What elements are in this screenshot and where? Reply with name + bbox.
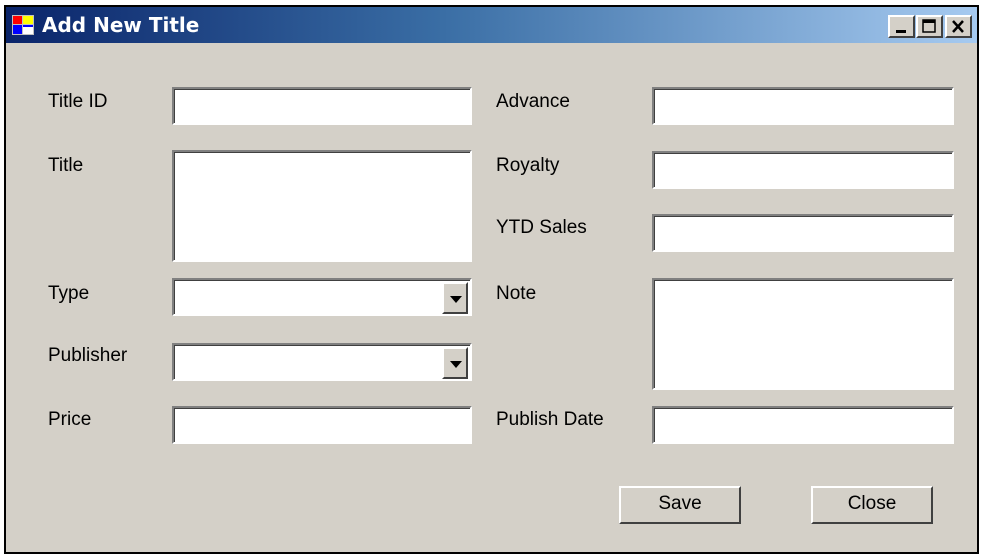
publisher-dropdown-button[interactable] (442, 347, 468, 379)
chevron-down-icon (450, 361, 462, 368)
publish-date-input[interactable] (652, 406, 954, 444)
minimize-button[interactable] (888, 15, 915, 38)
advance-label: Advance (496, 91, 570, 112)
type-dropdown[interactable] (172, 278, 472, 316)
close-button[interactable]: Close (811, 486, 933, 524)
title-label: Title (48, 155, 84, 176)
title-id-input[interactable] (172, 87, 472, 125)
close-icon (952, 20, 964, 33)
save-button[interactable]: Save (619, 486, 741, 524)
type-label: Type (48, 283, 90, 304)
publisher-label: Publisher (48, 345, 128, 366)
window-title: Add New Title (42, 13, 200, 37)
app-icon (12, 15, 34, 35)
chevron-down-icon (450, 296, 462, 303)
price-label: Price (48, 409, 92, 430)
note-textarea[interactable] (652, 278, 954, 390)
add-new-title-window: Add New Title Title ID Title Type Publis… (4, 5, 979, 554)
publisher-dropdown[interactable] (172, 343, 472, 381)
advance-input[interactable] (652, 87, 954, 125)
maximize-button[interactable] (916, 15, 943, 38)
type-dropdown-button[interactable] (442, 282, 468, 314)
title-textarea[interactable] (172, 150, 472, 262)
note-label: Note (496, 283, 537, 304)
price-input[interactable] (172, 406, 472, 444)
royalty-label: Royalty (496, 155, 560, 176)
title-bar[interactable]: Add New Title (6, 7, 977, 43)
minimize-icon (896, 30, 906, 33)
close-window-button[interactable] (945, 15, 972, 38)
maximize-icon (922, 19, 936, 33)
title-id-label: Title ID (48, 91, 108, 112)
ytd-sales-label: YTD Sales (496, 217, 587, 238)
ytd-sales-input[interactable] (652, 214, 954, 252)
publish-date-label: Publish Date (496, 409, 604, 430)
royalty-input[interactable] (652, 151, 954, 189)
